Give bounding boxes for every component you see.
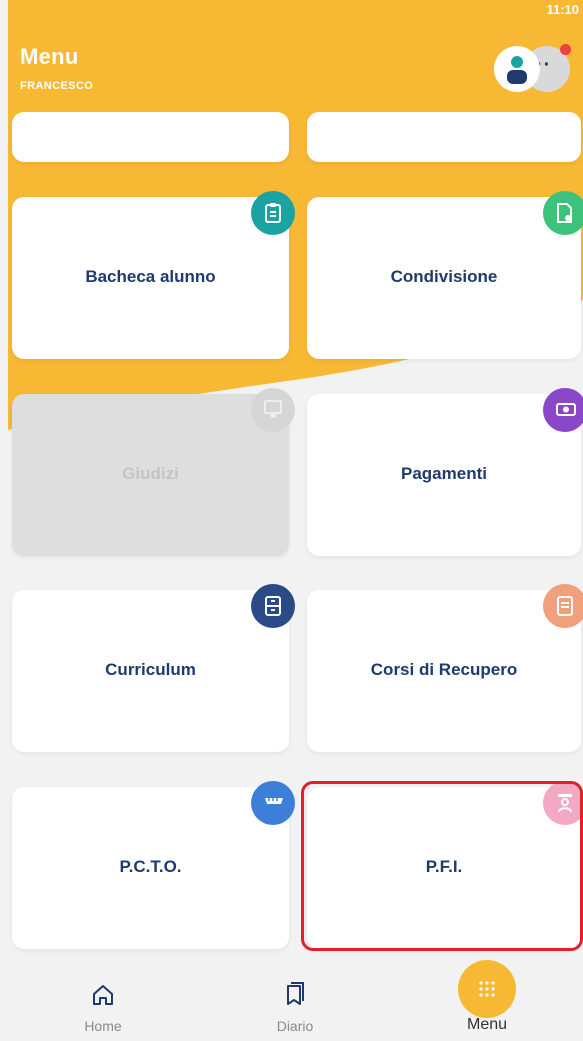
- user-avatar-icon[interactable]: [494, 46, 540, 92]
- nav-menu[interactable]: Menu: [392, 960, 582, 1041]
- certificate-icon: [251, 388, 295, 432]
- nav-diario-label: Diario: [276, 1018, 314, 1034]
- app-screen: 11:10 Menu FRANCESCO ·· Bacheca alunno C…: [8, 0, 583, 1041]
- tile-label: Curriculum: [105, 660, 196, 679]
- nav-home[interactable]: Home: [8, 960, 198, 1041]
- home-icon: [93, 985, 113, 1005]
- money-icon: [543, 388, 583, 432]
- ruler-icon: [251, 781, 295, 825]
- nav-home-label: Home: [84, 1018, 122, 1034]
- nav-diario[interactable]: Diario: [200, 960, 390, 1041]
- tile-pagamenti[interactable]: Pagamenti: [307, 388, 583, 556]
- notification-dot: [560, 44, 571, 55]
- nav-menu-label: Menu: [466, 1016, 508, 1033]
- tile-corsi-di-recupero[interactable]: Corsi di Recupero: [307, 584, 583, 752]
- notes-icon: [543, 584, 583, 628]
- tile-label: Giudizi: [122, 464, 179, 483]
- profile-switcher[interactable]: ··: [494, 44, 574, 94]
- tile-label: Corsi di Recupero: [370, 660, 518, 679]
- tile-bacheca-alunno[interactable]: Bacheca alunno: [12, 191, 295, 359]
- tile-giudizi: Giudizi: [12, 388, 295, 556]
- shared-document-icon: [543, 191, 583, 235]
- tile-blank-left[interactable]: [12, 112, 289, 162]
- selection-highlight: [301, 781, 583, 951]
- tile-label: Pagamenti: [401, 464, 487, 483]
- tile-label: P.C.T.O.: [119, 857, 182, 876]
- tile-label: Condivisione: [390, 267, 498, 286]
- status-time: 11:10: [546, 2, 579, 17]
- user-name: FRANCESCO: [20, 80, 94, 92]
- tile-condivisione[interactable]: Condivisione: [307, 191, 583, 359]
- menu-grid-icon: [458, 960, 516, 1018]
- clipboard-icon: [251, 191, 295, 235]
- tile-label: Bacheca alunno: [85, 267, 216, 286]
- tile-curriculum[interactable]: Curriculum: [12, 584, 295, 752]
- tile-pcto[interactable]: P.C.T.O.: [12, 781, 295, 949]
- cabinet-icon: [251, 584, 295, 628]
- page-title: Menu: [20, 44, 79, 69]
- diary-icon: [287, 982, 304, 1005]
- bottom-nav: Home Diario Menu: [8, 960, 583, 1041]
- tile-blank-right[interactable]: [307, 112, 581, 162]
